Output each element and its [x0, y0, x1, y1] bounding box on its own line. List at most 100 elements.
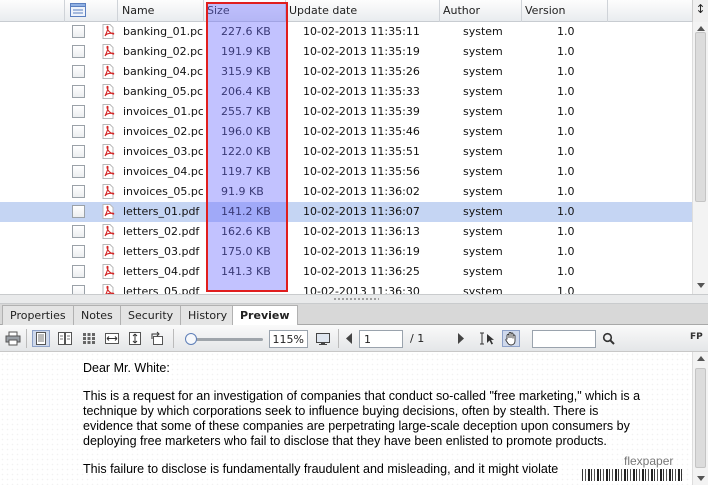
- row-checkbox[interactable]: [72, 145, 85, 158]
- table-row[interactable]: invoices_01.pc 255.7 KB 10-02-2013 11:35:3…: [0, 102, 692, 122]
- header-checkbox-column: [0, 0, 65, 22]
- header-author[interactable]: Author: [440, 0, 522, 22]
- row-checkbox[interactable]: [72, 245, 85, 258]
- print-button[interactable]: [4, 330, 22, 347]
- file-size: 206.4 KB: [221, 85, 271, 98]
- file-author: system: [463, 245, 503, 258]
- file-author: system: [463, 165, 503, 178]
- table-row[interactable]: invoices_05.pc 91.9 KB 10-02-2013 11:36:02…: [0, 182, 692, 202]
- file-update-date: 10-02-2013 11:36:30: [303, 285, 420, 294]
- preview-scroll-thumb[interactable]: [695, 368, 706, 468]
- row-checkbox[interactable]: [72, 85, 85, 98]
- zoom-slider[interactable]: [186, 338, 263, 341]
- file-version: 1.0: [557, 285, 575, 294]
- tab-notes[interactable]: Notes: [73, 305, 121, 325]
- zoom-input[interactable]: [269, 330, 308, 348]
- scroll-down-icon[interactable]: [697, 283, 705, 288]
- header-name[interactable]: Name: [118, 0, 204, 22]
- grid-header: Name Size Update date Author Version: [0, 0, 708, 22]
- two-page-button[interactable]: [56, 330, 74, 347]
- tab-history[interactable]: History: [180, 305, 236, 325]
- row-checkbox[interactable]: [72, 45, 85, 58]
- single-page-button[interactable]: [32, 330, 50, 347]
- row-checkbox[interactable]: [72, 105, 85, 118]
- file-size: 191.9 KB: [221, 45, 271, 58]
- preview-scroll-down-icon[interactable]: [697, 476, 705, 481]
- header-version[interactable]: Version: [522, 0, 608, 22]
- file-update-date: 10-02-2013 11:36:07: [303, 205, 420, 218]
- fullscreen-button[interactable]: [314, 330, 332, 347]
- header-size[interactable]: Size: [204, 0, 286, 22]
- file-name: invoices_05.pc: [123, 185, 203, 198]
- splitter-grip-icon[interactable]: [333, 297, 379, 301]
- row-checkbox[interactable]: [72, 205, 85, 218]
- barcode-image: [582, 469, 684, 481]
- tab-preview[interactable]: Preview: [232, 305, 298, 326]
- rotate-button[interactable]: [148, 330, 166, 347]
- thumbnails-button[interactable]: [80, 330, 98, 347]
- search-input[interactable]: [532, 330, 596, 348]
- file-update-date: 10-02-2013 11:35:33: [303, 85, 420, 98]
- table-row[interactable]: letters_03.pdf 175.0 KB 10-02-2013 11:36:1…: [0, 242, 692, 262]
- table-row[interactable]: banking_02.pc 191.9 KB 10-02-2013 11:35:19…: [0, 42, 692, 62]
- search-button[interactable]: [600, 330, 618, 347]
- row-checkbox[interactable]: [72, 25, 85, 38]
- table-row[interactable]: letters_05.pdf 10-02-2013 11:36:30 system 1…: [0, 282, 692, 294]
- fit-height-button[interactable]: [126, 330, 144, 347]
- grid-scrollbar[interactable]: [692, 22, 708, 294]
- file-author: system: [463, 225, 503, 238]
- file-version: 1.0: [557, 45, 575, 58]
- preview-scroll-up-icon[interactable]: [697, 356, 705, 361]
- file-size: 227.6 KB: [221, 25, 271, 38]
- table-row[interactable]: invoices_02.pc 196.0 KB 10-02-2013 11:35:4…: [0, 122, 692, 142]
- pdf-file-icon: [101, 284, 115, 294]
- file-name: letters_05.pdf: [123, 285, 200, 294]
- row-checkbox[interactable]: [72, 165, 85, 178]
- hand-tool-button[interactable]: [502, 330, 520, 347]
- file-author: system: [463, 85, 503, 98]
- file-update-date: 10-02-2013 11:36:25: [303, 265, 420, 278]
- grid-scroll-thumb[interactable]: [695, 32, 706, 202]
- header-update-date[interactable]: Update date: [286, 0, 440, 22]
- pdf-file-icon: [101, 184, 115, 199]
- table-row[interactable]: letters_02.pdf 162.6 KB 10-02-2013 11:36:1…: [0, 222, 692, 242]
- row-checkbox[interactable]: [72, 65, 85, 78]
- tab-properties[interactable]: Properties: [2, 305, 74, 325]
- table-row[interactable]: letters_04.pdf 141.3 KB 10-02-2013 11:36:2…: [0, 262, 692, 282]
- tab-security[interactable]: Security: [120, 305, 182, 325]
- table-row[interactable]: banking_01.pc 227.6 KB 10-02-2013 11:35:11…: [0, 22, 692, 42]
- row-checkbox[interactable]: [72, 265, 85, 278]
- page-number-input[interactable]: [359, 330, 403, 348]
- file-name: letters_04.pdf: [123, 265, 200, 278]
- text-select-button[interactable]: [477, 330, 495, 347]
- table-row[interactable]: banking_05.pc 206.4 KB 10-02-2013 11:35:33…: [0, 82, 692, 102]
- fit-width-button[interactable]: [103, 330, 121, 347]
- table-row[interactable]: letters_01.pdf 141.2 KB 10-02-2013 11:36:0…: [0, 202, 692, 222]
- grid-corner-button[interactable]: ↕: [692, 0, 708, 22]
- row-checkbox[interactable]: [72, 185, 85, 198]
- row-checkbox[interactable]: [72, 125, 85, 138]
- pdf-file-icon: [101, 24, 115, 39]
- prev-page-button[interactable]: [340, 330, 358, 347]
- file-name: banking_04.pc: [123, 65, 203, 78]
- header-icon-column[interactable]: [65, 0, 118, 22]
- row-checkbox[interactable]: [72, 225, 85, 238]
- scroll-up-icon[interactable]: [697, 26, 705, 31]
- zoom-slider-handle[interactable]: [184, 333, 197, 345]
- pane-splitter[interactable]: [0, 294, 708, 304]
- pdf-file-icon: [101, 244, 115, 259]
- table-row[interactable]: banking_04.pc 315.9 KB 10-02-2013 11:35:26…: [0, 62, 692, 82]
- hand-tool-icon: [503, 331, 519, 346]
- doc-paragraph-2: This failure to disclose is fundamentall…: [83, 462, 559, 476]
- pdf-file-icon: [101, 44, 115, 59]
- file-update-date: 10-02-2013 11:36:19: [303, 245, 420, 258]
- table-row[interactable]: invoices_04.pc 119.7 KB 10-02-2013 11:35:5…: [0, 162, 692, 182]
- row-checkbox[interactable]: [72, 285, 85, 294]
- fit-width-icon: [104, 331, 120, 346]
- next-page-button[interactable]: [452, 330, 470, 347]
- document-preview[interactable]: Dear Mr. White: This is a request for an…: [0, 352, 692, 485]
- file-name: invoices_01.pc: [123, 105, 203, 118]
- pdf-file-icon: [101, 84, 115, 99]
- preview-scrollbar[interactable]: [692, 352, 708, 485]
- table-row[interactable]: invoices_03.pc 122.0 KB 10-02-2013 11:35:5…: [0, 142, 692, 162]
